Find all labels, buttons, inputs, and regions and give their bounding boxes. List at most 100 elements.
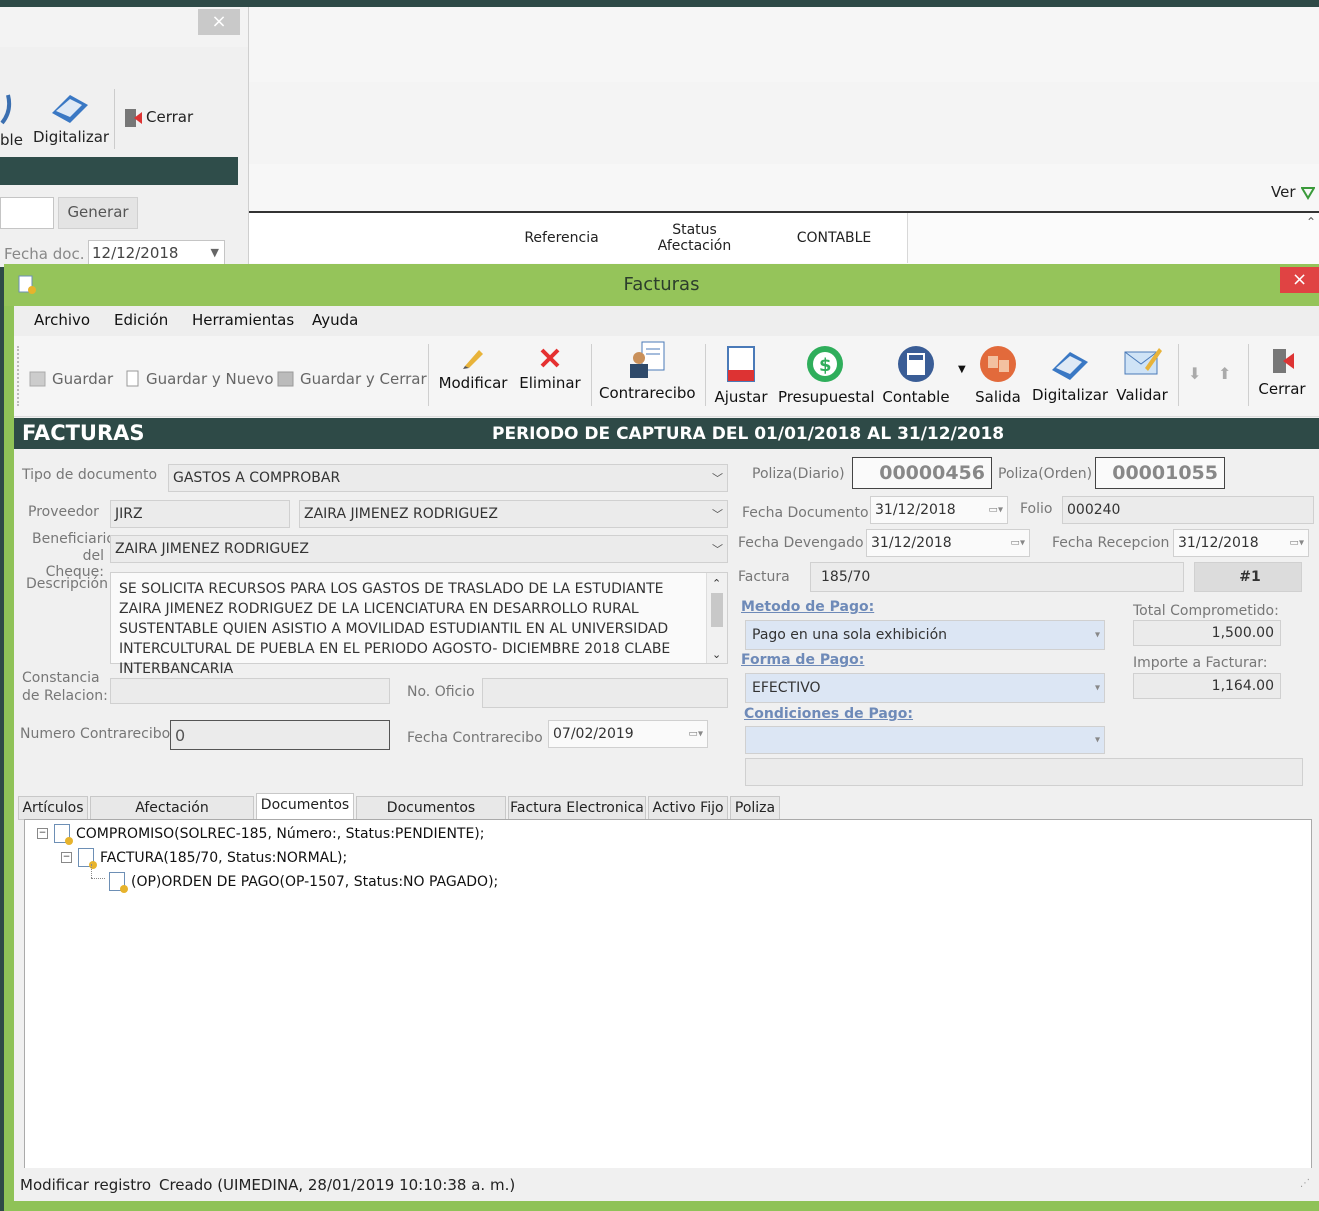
scroll-down-icon[interactable]: ⌄ bbox=[712, 645, 721, 665]
tree-connector bbox=[91, 864, 93, 878]
tab-documentos-digitales[interactable]: Documentos Digitales bbox=[356, 796, 506, 838]
menu-edicion[interactable]: Edición bbox=[114, 311, 168, 329]
calendar-dropdown-icon[interactable]: ▭▾ bbox=[1290, 538, 1304, 549]
validar-button[interactable]: Validar bbox=[1114, 342, 1170, 404]
tab-documentos[interactable]: Documentos bbox=[256, 793, 354, 821]
grid-column-blank bbox=[249, 213, 496, 263]
column-status[interactable]: Status Afectación bbox=[628, 213, 762, 263]
fecha-recepcion-field[interactable]: 31/12/2018 ▭▾ bbox=[1173, 529, 1309, 557]
tab-afectacion-presupuestal[interactable]: Afectación presupuestal bbox=[90, 796, 254, 838]
factura-value: 185/70 bbox=[821, 569, 871, 585]
descripcion-scrollbar[interactable]: ⌃ ⌄ bbox=[706, 573, 727, 663]
fecha-contrarecibo-field[interactable]: 07/02/2019 ▭▾ bbox=[548, 720, 708, 748]
budget-money-icon: $ bbox=[807, 346, 843, 382]
tree-node-label: (OP)ORDEN DE PAGO(OP-1507, Status:NO PAG… bbox=[131, 873, 499, 890]
tree-node-factura[interactable]: − FACTURA(185/70, Status:NORMAL); bbox=[61, 848, 348, 869]
contable-button[interactable]: Contable bbox=[880, 344, 952, 406]
tab-factura-electronica[interactable]: Factura Electronica bbox=[508, 796, 646, 820]
guardar-y-nuevo-label: Guardar y Nuevo bbox=[146, 370, 274, 388]
fecha-contrarecibo-value: 07/02/2019 bbox=[553, 726, 634, 742]
tipo-documento-select[interactable]: GASTOS A COMPROBAR ﹀ bbox=[168, 464, 728, 492]
background-close-button[interactable]: × bbox=[198, 9, 240, 35]
tree-node-orden-pago[interactable]: (OP)ORDEN DE PAGO(OP-1507, Status:NO PAG… bbox=[109, 872, 499, 893]
folio-field[interactable]: 000240 bbox=[1062, 496, 1314, 524]
collapse-icon[interactable]: − bbox=[37, 828, 48, 839]
forma-pago-select[interactable]: EFECTIVO ▾ bbox=[745, 673, 1105, 703]
arrow-up-icon[interactable]: ⬆ bbox=[1218, 364, 1231, 383]
poliza-diario-value: 00000456 bbox=[879, 462, 985, 484]
bg-input[interactable] bbox=[0, 197, 54, 229]
tab-activo-fijo[interactable]: Activo Fijo bbox=[648, 796, 728, 820]
descripcion-textarea[interactable]: SE SOLICITA RECURSOS PARA LOS GASTOS DE … bbox=[110, 572, 728, 677]
arrow-down-icon[interactable]: ⬇ bbox=[1188, 364, 1201, 383]
cerrar-button[interactable]: Cerrar bbox=[1254, 346, 1310, 398]
tab-poliza[interactable]: Poliza bbox=[730, 796, 780, 820]
calendar-dropdown-icon[interactable]: ▭▾ bbox=[1011, 538, 1025, 549]
condiciones-pago-select[interactable]: ▾ bbox=[745, 726, 1105, 754]
poliza-orden-field[interactable]: 00001055 bbox=[1095, 457, 1225, 489]
digitalizar-button[interactable]: Digitalizar bbox=[1032, 342, 1108, 404]
tab-factura-electronica-label: Factura Electronica bbox=[510, 800, 644, 816]
save-disabled-icon bbox=[29, 371, 46, 387]
contrarecibo-label: Contrarecibo bbox=[599, 384, 696, 402]
column-contable[interactable]: CONTABLE bbox=[761, 213, 908, 263]
metodo-pago-select[interactable]: Pago en una sola exhibición ▾ bbox=[745, 620, 1105, 650]
column-status-label-2: Afectación bbox=[657, 238, 732, 254]
guardar-y-nuevo-button[interactable]: Guardar y Nuevo bbox=[124, 369, 274, 389]
column-referencia[interactable]: Referencia bbox=[495, 213, 629, 263]
calendar-dropdown-icon[interactable]: ▭▾ bbox=[989, 505, 1003, 516]
presupuestal-button[interactable]: $ Presupuestal bbox=[778, 344, 874, 406]
menu-archivo[interactable]: Archivo bbox=[34, 311, 90, 329]
tree-node-label: FACTURA(185/70, Status:NORMAL); bbox=[100, 849, 348, 866]
ver-label[interactable]: Ver bbox=[1271, 183, 1296, 201]
condiciones-detalle-field[interactable] bbox=[745, 758, 1303, 786]
guardar-button[interactable]: Guardar bbox=[28, 369, 113, 389]
contrarecibo-button[interactable]: Contrarecibo bbox=[599, 340, 696, 402]
toolbar-separator bbox=[114, 89, 115, 149]
beneficiario-select[interactable]: ZAIRA JIMENEZ RODRIGUEZ ﹀ bbox=[110, 535, 728, 563]
tab-articulos[interactable]: Artículos bbox=[18, 796, 88, 820]
menu-ayuda[interactable]: Ayuda bbox=[312, 311, 358, 329]
column-status-label-1: Status bbox=[672, 222, 717, 238]
proveedor-name-select[interactable]: ZAIRA JIMENEZ RODRIGUEZ ﹀ bbox=[299, 500, 728, 528]
constancia-label-1: Constancia bbox=[22, 670, 100, 686]
chevron-down-icon[interactable]: ▼ bbox=[211, 241, 219, 265]
window-close-button[interactable]: × bbox=[1280, 267, 1319, 293]
constancia-field[interactable] bbox=[110, 678, 390, 704]
guardar-y-cerrar-button[interactable]: Guardar y Cerrar bbox=[276, 369, 427, 389]
menu-herramientas[interactable]: Herramientas bbox=[192, 311, 294, 329]
scroll-thumb[interactable] bbox=[711, 593, 723, 627]
factura-field[interactable]: 185/70 bbox=[810, 562, 1184, 592]
chevron-down-icon: ﹀ bbox=[712, 508, 723, 521]
numero-contrarecibo-field[interactable]: 0 bbox=[170, 720, 390, 750]
fecha-devengado-field[interactable]: 31/12/2018 ▭▾ bbox=[866, 529, 1030, 557]
forma-pago-link[interactable]: Forma de Pago: bbox=[741, 652, 864, 668]
filter-icon[interactable] bbox=[1301, 186, 1315, 200]
fecha-devengado-value: 31/12/2018 bbox=[871, 535, 952, 551]
salida-button[interactable]: Salida bbox=[972, 344, 1024, 406]
resize-grip-icon[interactable]: ⋰ bbox=[1300, 1178, 1310, 1189]
metodo-pago-link[interactable]: Metodo de Pago: bbox=[741, 599, 874, 615]
proveedor-code-field[interactable]: JIRZ bbox=[110, 500, 290, 528]
bg-digitalizar-button[interactable]: Digitalizar bbox=[33, 128, 109, 146]
fecha-documento-field[interactable]: 31/12/2018 ▭▾ bbox=[870, 496, 1008, 524]
scroll-up-icon[interactable]: ⌃ bbox=[712, 574, 721, 594]
condiciones-pago-link[interactable]: Condiciones de Pago: bbox=[744, 706, 913, 722]
poliza-diario-field[interactable]: 00000456 bbox=[852, 457, 992, 489]
generar-button[interactable]: Generar bbox=[58, 197, 138, 229]
eliminar-button[interactable]: Eliminar bbox=[517, 346, 583, 392]
no-oficio-field[interactable] bbox=[482, 678, 728, 708]
tree-node-compromiso[interactable]: − COMPROMISO(SOLREC-185, Número:, Status… bbox=[37, 824, 485, 845]
poliza-diario-label: Poliza(Diario) bbox=[752, 466, 845, 482]
beneficiario-value: ZAIRA JIMENEZ RODRIGUEZ bbox=[115, 541, 309, 557]
fecha-recepcion-label: Fecha Recepcion bbox=[1052, 535, 1170, 551]
window-titlebar: Facturas × bbox=[4, 264, 1319, 306]
scroll-up-icon[interactable]: ⌃ bbox=[1306, 215, 1316, 229]
calendar-dropdown-icon[interactable]: ▭▾ bbox=[689, 729, 703, 740]
collapse-icon[interactable]: − bbox=[61, 852, 72, 863]
modificar-button[interactable]: Modificar bbox=[438, 346, 508, 392]
ajustar-button[interactable]: Ajustar bbox=[712, 344, 770, 406]
envelope-check-icon bbox=[1124, 348, 1162, 375]
bg-cerrar-button[interactable]: Cerrar bbox=[146, 108, 193, 126]
dropdown-arrow-icon[interactable]: ▼ bbox=[958, 364, 966, 375]
